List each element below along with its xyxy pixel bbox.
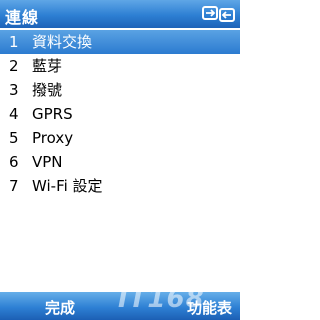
menu-item-label: 撥號: [32, 81, 63, 99]
menu-item-bluetooth[interactable]: 2 藍芽: [0, 54, 240, 78]
watermark: IT168: [118, 276, 218, 318]
menu-item-number: 5: [9, 129, 19, 147]
menu-item-vpn[interactable]: 6 VPN: [0, 150, 240, 174]
menu-item-number: 1: [9, 33, 19, 51]
menu-item-sync[interactable]: 1 資料交換: [0, 30, 240, 54]
connection-icon[interactable]: [202, 4, 236, 24]
menu-item-number: 7: [9, 177, 19, 195]
connection-menu: 1 資料交換 2 藍芽 3 撥號 4 GPRS 5 Proxy 6 VPN 7 …: [0, 30, 240, 198]
menu-item-label: 藍芽: [32, 57, 63, 75]
page-title: 連線: [5, 8, 40, 27]
menu-item-label: 資料交換: [32, 33, 93, 51]
menu-item-label: Proxy: [32, 129, 74, 147]
menu-item-number: 4: [9, 105, 19, 123]
menu-item-label: VPN: [32, 153, 63, 171]
watermark-text: IT168: [118, 284, 205, 314]
menu-item-wifi-settings[interactable]: 7 Wi-Fi 設定: [0, 174, 240, 198]
menu-item-number: 6: [9, 153, 19, 171]
menu-item-proxy[interactable]: 5 Proxy: [0, 126, 240, 150]
title-bar: 連線: [0, 0, 240, 28]
menu-item-label: Wi-Fi 設定: [32, 177, 103, 195]
menu-item-gprs[interactable]: 4 GPRS: [0, 102, 240, 126]
menu-item-number: 3: [9, 81, 19, 99]
menu-item-label: GPRS: [32, 105, 73, 123]
menu-item-dialup[interactable]: 3 撥號: [0, 78, 240, 102]
done-softkey[interactable]: 完成: [45, 297, 75, 318]
menu-item-number: 2: [9, 57, 19, 75]
